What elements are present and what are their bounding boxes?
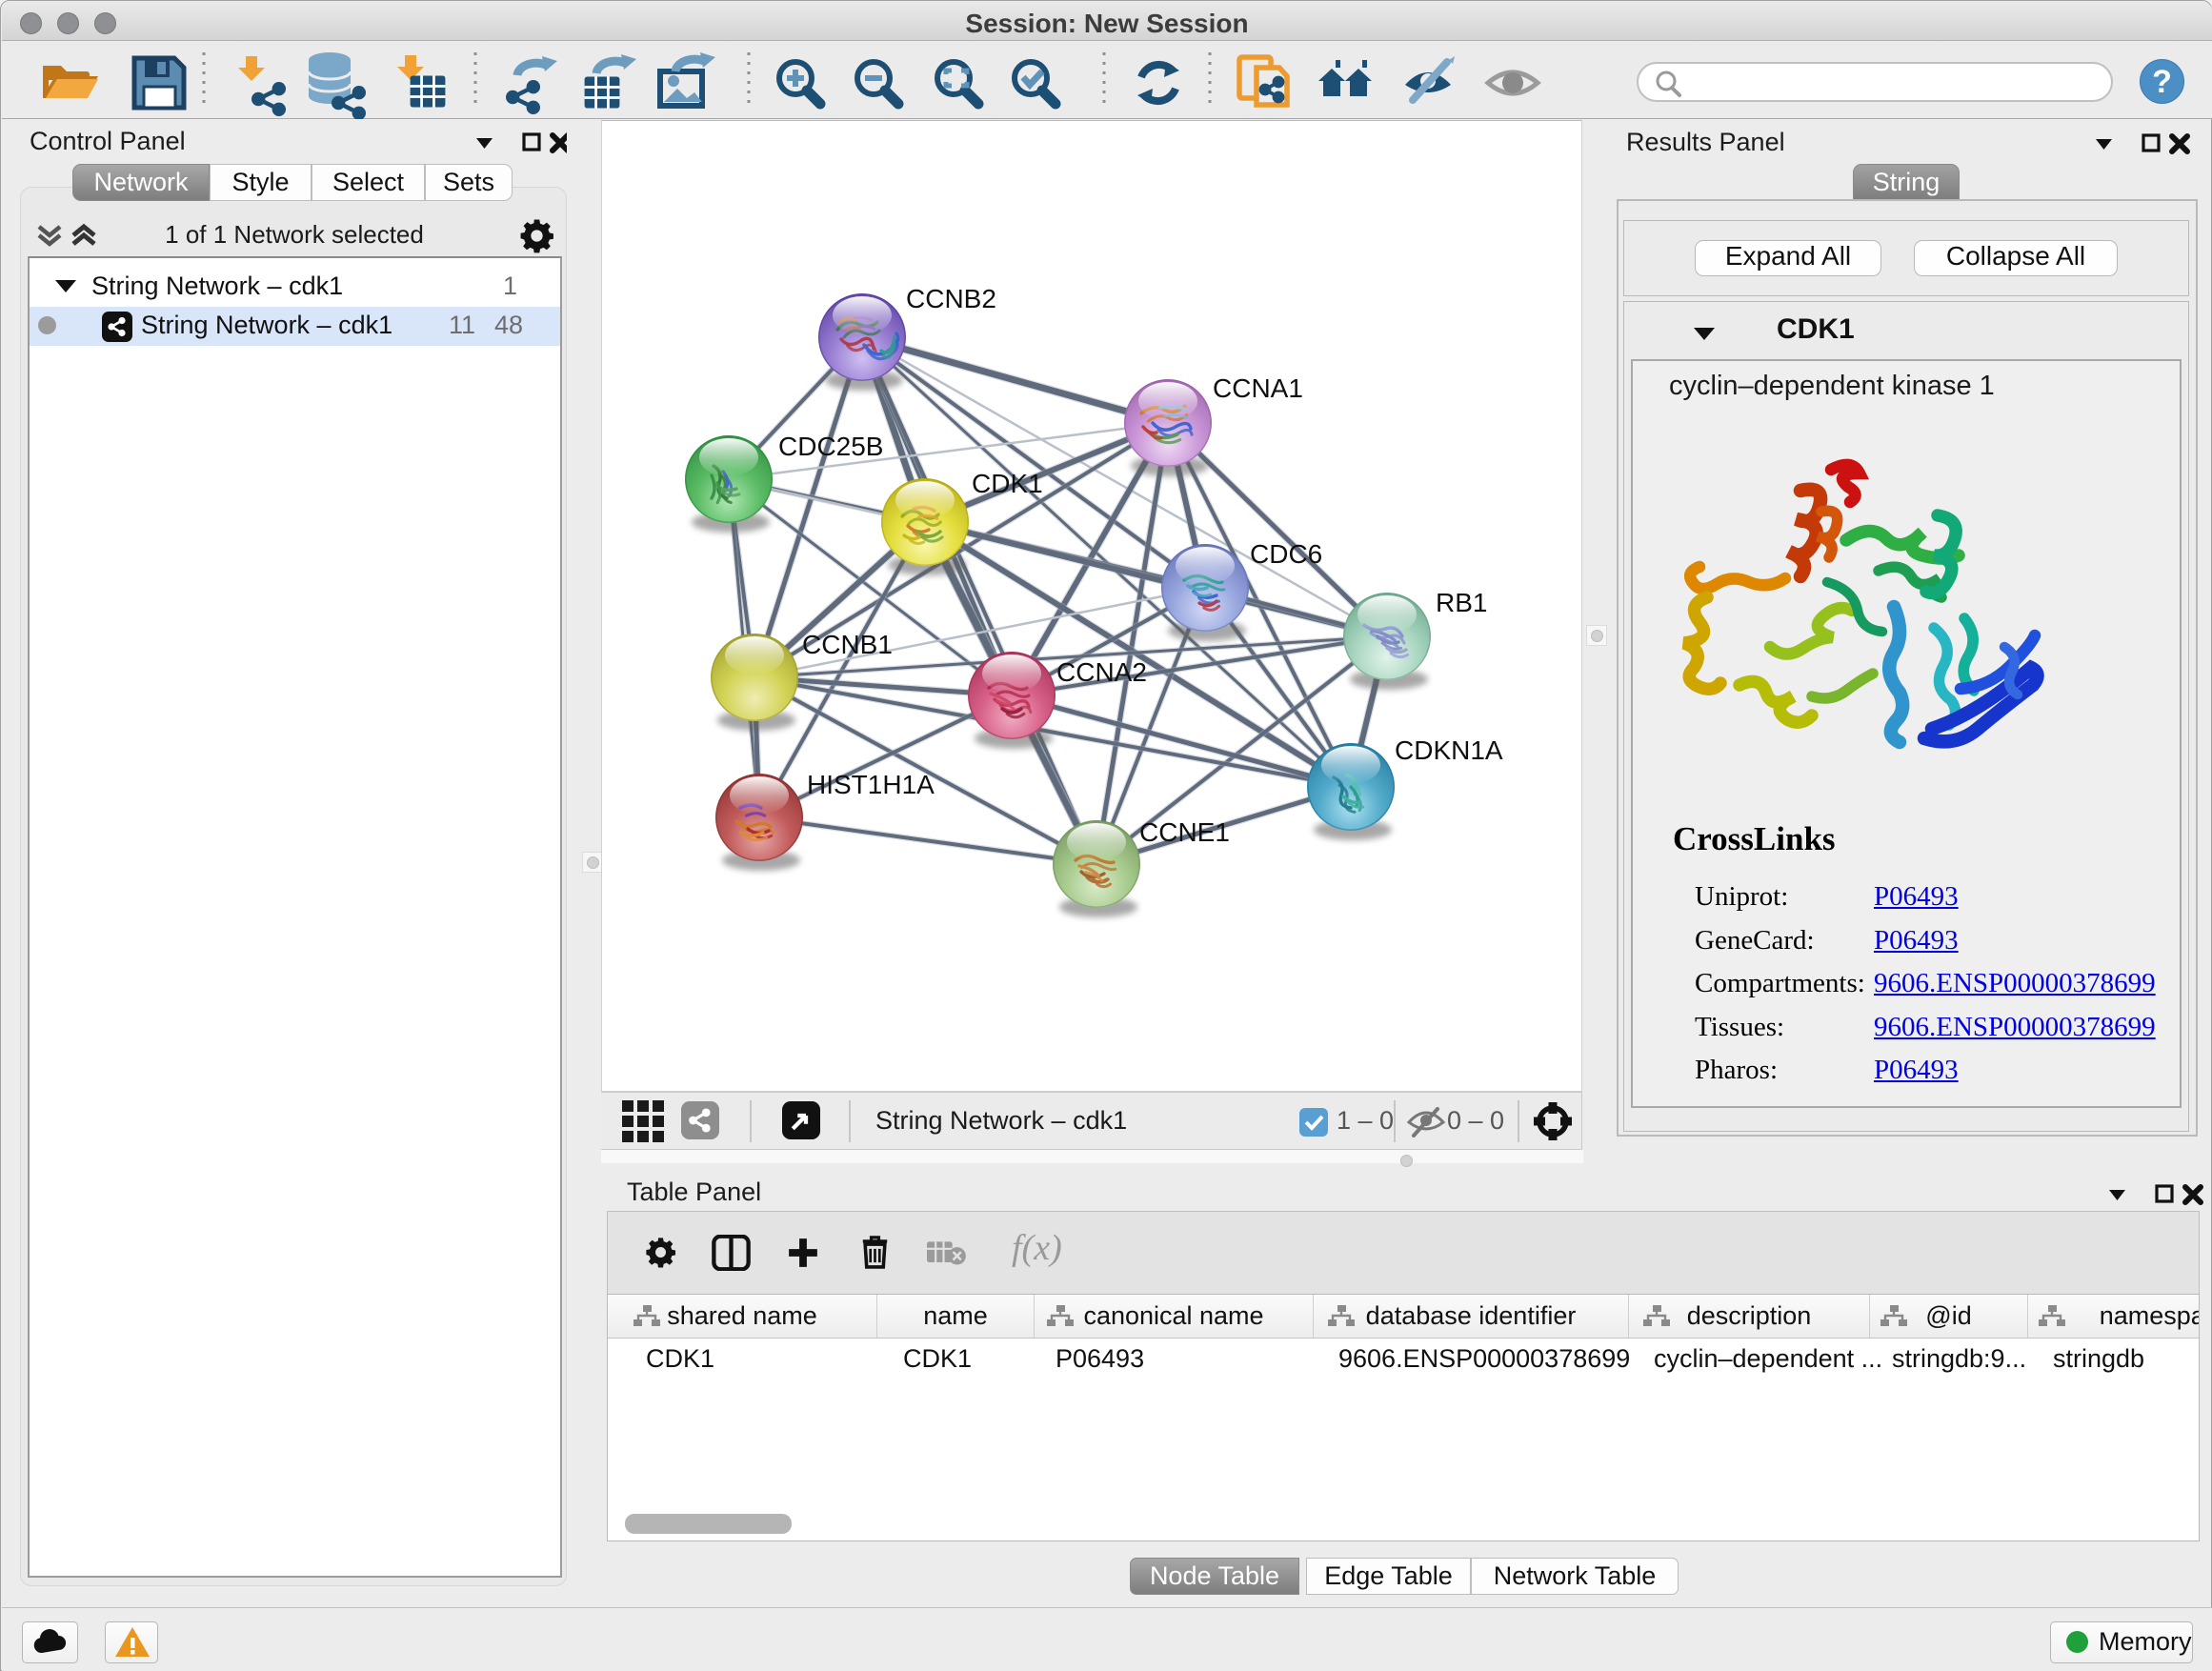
svg-text:CDK1: CDK1 bbox=[972, 469, 1043, 498]
svg-text:CCNE1: CCNE1 bbox=[1139, 817, 1230, 847]
svg-text:CCNA1: CCNA1 bbox=[1213, 373, 1303, 403]
svg-text:CCNA2: CCNA2 bbox=[1056, 657, 1147, 687]
svg-text:HIST1H1A: HIST1H1A bbox=[807, 770, 935, 799]
svg-text:CCNB2: CCNB2 bbox=[906, 284, 996, 313]
svg-text:RB1: RB1 bbox=[1436, 588, 1487, 617]
svg-text:CDC25B: CDC25B bbox=[778, 432, 883, 461]
svg-text:CDKN1A: CDKN1A bbox=[1395, 735, 1503, 765]
svg-text:CDC6: CDC6 bbox=[1250, 539, 1322, 569]
svg-text:CCNB1: CCNB1 bbox=[802, 630, 893, 659]
